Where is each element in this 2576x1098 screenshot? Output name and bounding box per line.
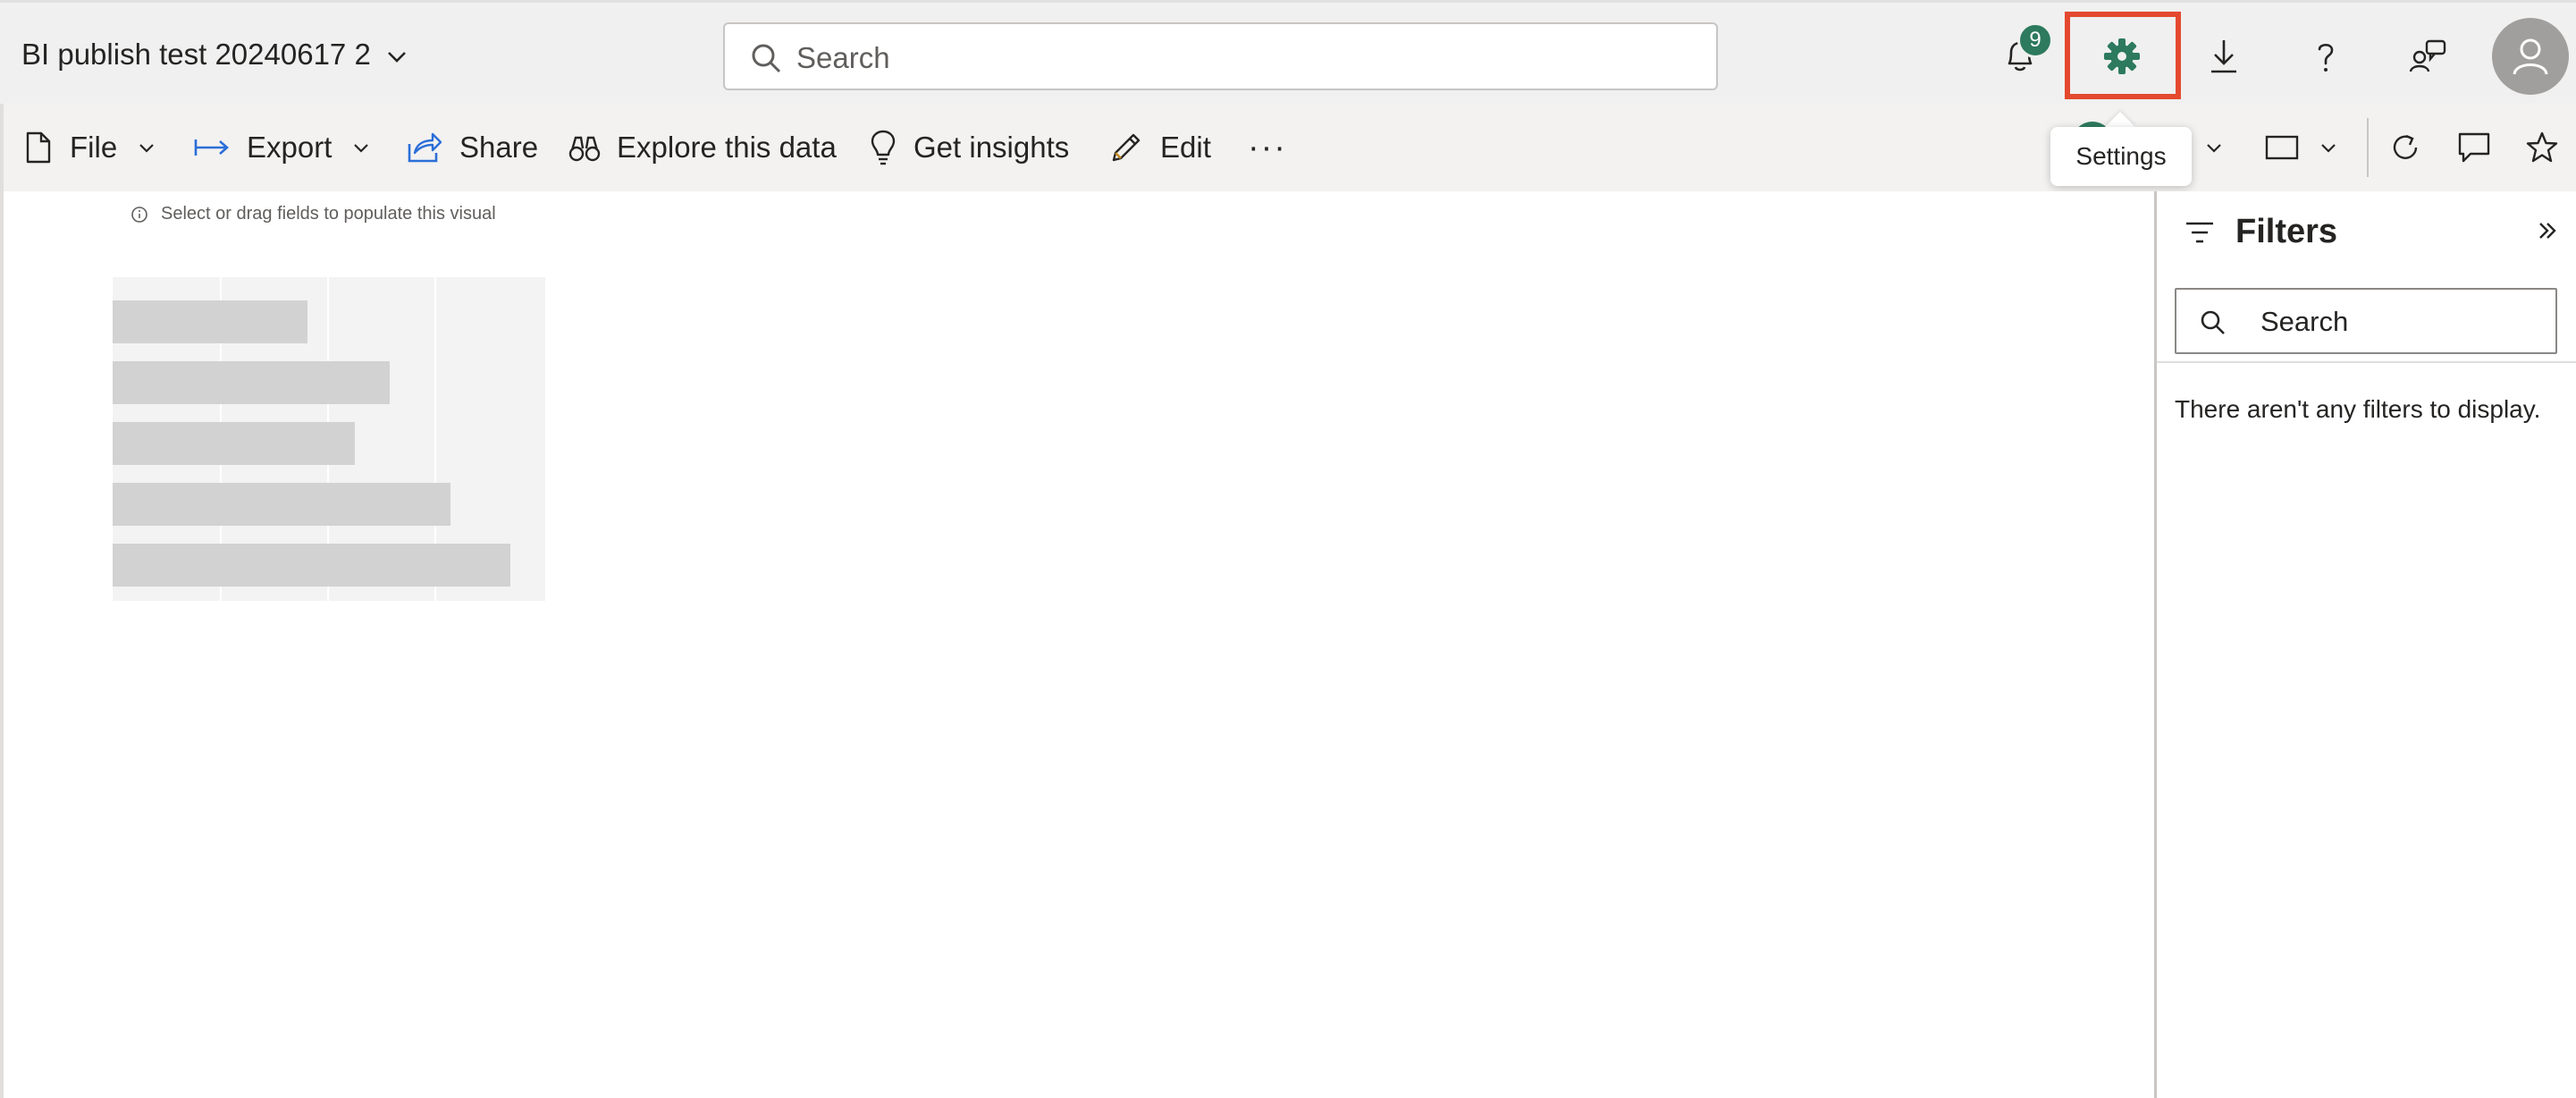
download-icon bbox=[2211, 40, 2236, 73]
export-label: Export bbox=[247, 131, 333, 164]
share-icon bbox=[408, 132, 442, 163]
more-options-button[interactable]: ··· bbox=[1248, 129, 1287, 167]
chevron-down-icon bbox=[354, 144, 369, 153]
report-title-chevron-down-icon[interactable] bbox=[384, 44, 409, 69]
search-icon bbox=[2201, 310, 2225, 334]
chevron-down-icon bbox=[2207, 144, 2221, 153]
edit-label: Edit bbox=[1160, 131, 1211, 164]
collapse-filters-button[interactable] bbox=[2535, 218, 2560, 248]
star-icon bbox=[2526, 131, 2558, 163]
download-button[interactable] bbox=[2190, 22, 2258, 90]
document-icon bbox=[26, 131, 51, 164]
export-menu-button[interactable]: Export bbox=[193, 104, 371, 191]
person-icon bbox=[2513, 38, 2548, 75]
global-search-input[interactable]: Search bbox=[723, 22, 1718, 90]
comments-button[interactable] bbox=[2456, 104, 2492, 191]
settings-tooltip: Settings bbox=[2050, 127, 2192, 186]
file-label: File bbox=[70, 131, 118, 164]
pencil-icon bbox=[1112, 133, 1141, 162]
question-mark-icon bbox=[2318, 43, 2334, 72]
explore-label: Explore this data bbox=[617, 131, 837, 164]
notification-count-badge: 9 bbox=[2017, 22, 2053, 58]
report-canvas[interactable]: Select or drag fields to populate this v… bbox=[0, 191, 2154, 1098]
binoculars-icon bbox=[568, 136, 601, 162]
placeholder-bar bbox=[113, 544, 510, 587]
filters-header: Filters bbox=[2184, 213, 2337, 251]
insights-label: Get insights bbox=[913, 131, 1070, 164]
placeholder-bar bbox=[113, 361, 390, 404]
share-label: Share bbox=[459, 131, 539, 164]
filters-search-placeholder: Search bbox=[2260, 306, 2349, 337]
refresh-icon bbox=[2393, 134, 2418, 159]
search-placeholder: Search bbox=[796, 41, 890, 74]
empty-visual-hint: Select or drag fields to populate this v… bbox=[130, 204, 496, 224]
feedback-button[interactable] bbox=[2394, 22, 2462, 90]
search-icon bbox=[752, 44, 781, 73]
favorite-button[interactable] bbox=[2524, 104, 2560, 191]
empty-visual-hint-text: Select or drag fields to populate this v… bbox=[161, 204, 496, 224]
edit-button[interactable]: Edit bbox=[1108, 104, 1211, 191]
get-insights-button[interactable]: Get insights bbox=[869, 104, 1069, 191]
app-header: BI publish test 20240617 2 Search 9 bbox=[0, 0, 2576, 104]
filters-divider bbox=[2157, 361, 2576, 363]
filters-title: Filters bbox=[2235, 213, 2338, 250]
filters-pane: Filters Search There aren't any filters … bbox=[2154, 191, 2576, 1098]
no-filters-message: There aren't any filters to display. bbox=[2175, 395, 2541, 423]
export-arrow-icon bbox=[194, 139, 229, 156]
settings-highlight-box bbox=[2065, 12, 2181, 99]
filters-search-input[interactable]: Search bbox=[2175, 288, 2557, 354]
placeholder-bar bbox=[113, 300, 307, 343]
double-chevron-right-icon bbox=[2539, 223, 2556, 239]
report-title[interactable]: BI publish test 20240617 2 bbox=[21, 37, 371, 72]
chevron-down-icon bbox=[2321, 144, 2336, 153]
toolbar-separator bbox=[2367, 118, 2369, 177]
comment-icon bbox=[2458, 132, 2490, 163]
file-menu-button[interactable]: File bbox=[23, 104, 156, 191]
placeholder-bar bbox=[113, 483, 450, 526]
layout-view-button[interactable] bbox=[2265, 104, 2338, 191]
share-button[interactable]: Share bbox=[406, 104, 538, 191]
refresh-button[interactable] bbox=[2388, 104, 2422, 191]
user-avatar[interactable] bbox=[2492, 18, 2569, 95]
info-icon bbox=[131, 206, 147, 223]
person-feedback-icon bbox=[2409, 39, 2446, 72]
view-dropdown-chevron[interactable] bbox=[2204, 104, 2224, 191]
chevron-down-icon bbox=[139, 144, 154, 153]
help-button[interactable] bbox=[2292, 22, 2360, 90]
lightbulb-icon bbox=[871, 130, 896, 165]
placeholder-bar-visual[interactable] bbox=[113, 277, 545, 601]
explore-data-button[interactable]: Explore this data bbox=[568, 104, 837, 191]
placeholder-bar bbox=[113, 422, 355, 465]
rectangle-view-icon bbox=[2265, 135, 2299, 160]
filter-lines-icon bbox=[2186, 222, 2213, 242]
